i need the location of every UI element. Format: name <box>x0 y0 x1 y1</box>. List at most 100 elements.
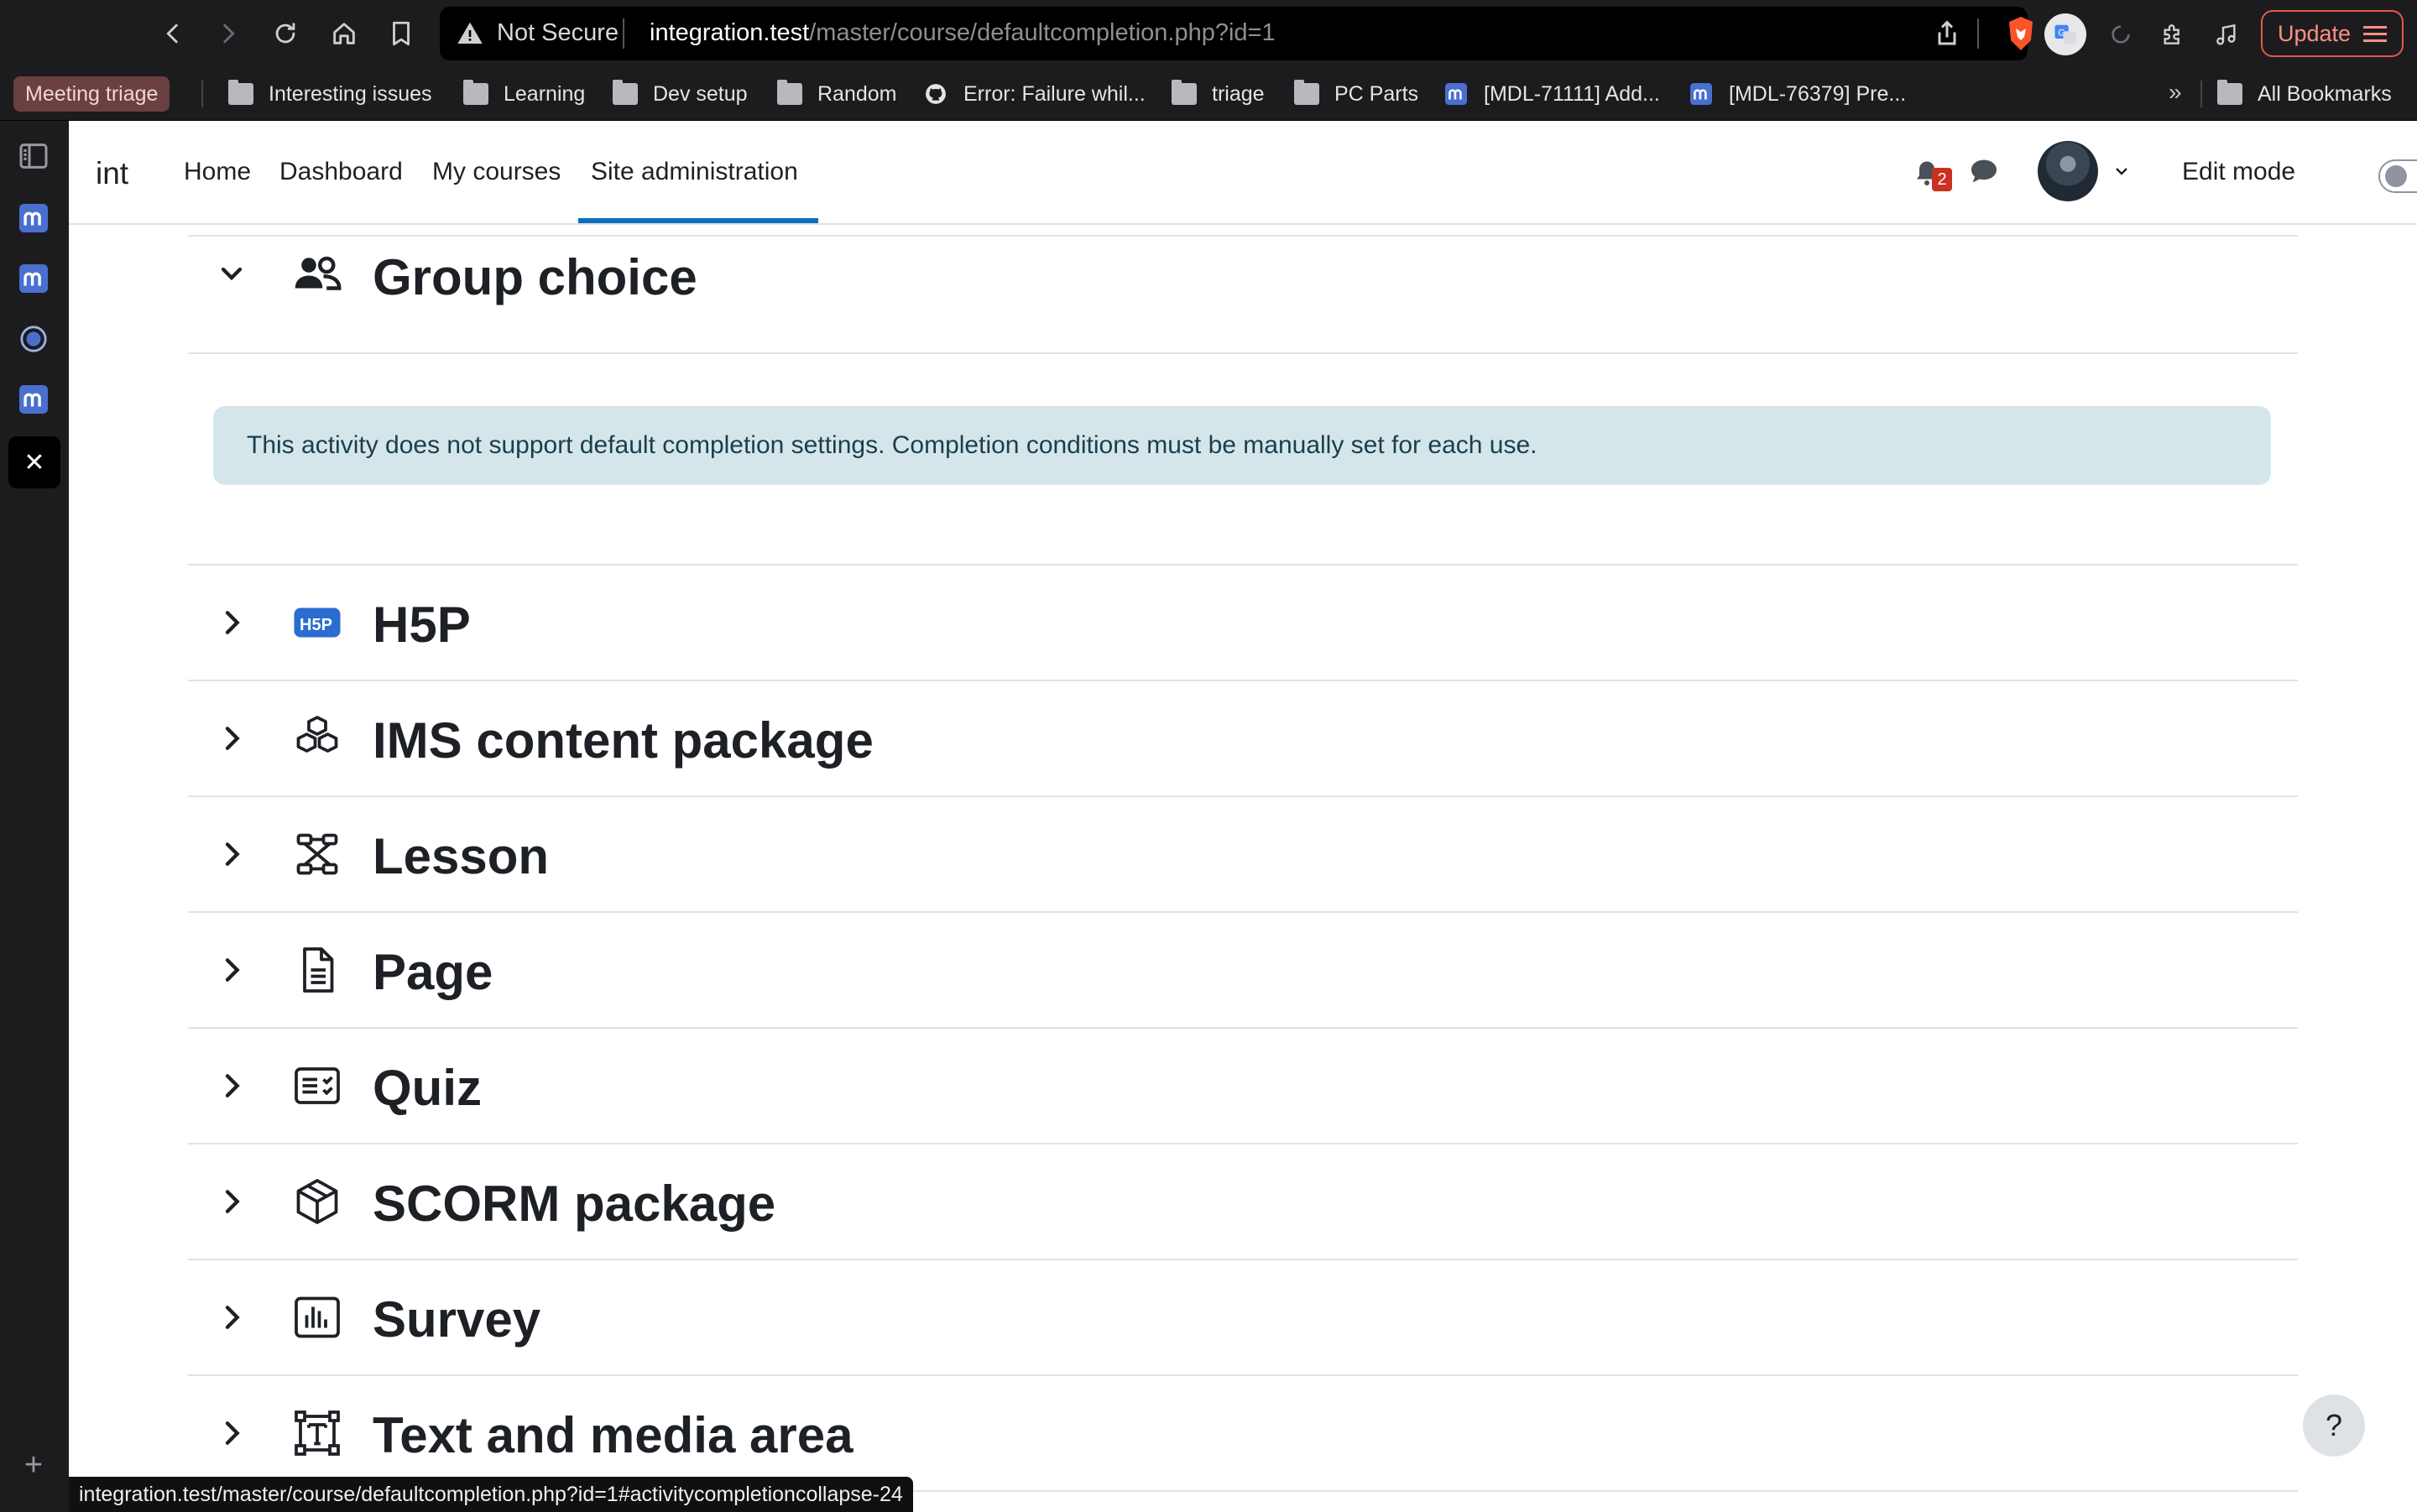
bookmark-meeting-triage[interactable]: Meeting triage <box>13 76 170 112</box>
section-title[interactable]: Quiz <box>373 1059 482 1117</box>
section-divider <box>188 352 2298 354</box>
bookmark-item[interactable]: [MDL-76379] Pre... <box>1689 78 1906 110</box>
moodle-icon <box>1690 83 1712 105</box>
chevron-down-icon[interactable] <box>215 257 248 290</box>
bookmark-item[interactable]: Dev setup <box>613 78 748 110</box>
update-button[interactable]: Update <box>2261 10 2404 57</box>
close-icon[interactable]: ✕ <box>8 436 60 488</box>
activity-section-page[interactable]: Page <box>188 913 2298 1029</box>
group-choice-icon <box>295 256 342 290</box>
share-icon[interactable] <box>1932 18 1962 49</box>
bookmark-item[interactable]: Random <box>777 78 897 110</box>
folder-icon <box>613 80 638 105</box>
activity-section-ims[interactable]: IMS content package <box>188 681 2298 797</box>
moodle-icon[interactable] <box>15 260 52 297</box>
section-title[interactable]: Group choice <box>373 248 697 306</box>
main-content: Group choice This activity does not supp… <box>69 225 2417 1512</box>
bookmark-item[interactable]: PC Parts <box>1294 78 1418 110</box>
nav-dashboard[interactable]: Dashboard <box>279 158 403 186</box>
bookmark-separator <box>2200 81 2202 107</box>
h5p-icon: H5P <box>294 607 341 638</box>
chevron-right-icon[interactable] <box>215 1301 248 1334</box>
section-title[interactable]: H5P <box>373 596 471 654</box>
all-bookmarks-button[interactable]: All Bookmarks <box>2217 78 2392 110</box>
reader-extension-icon[interactable] <box>2101 15 2140 54</box>
user-avatar[interactable] <box>2038 141 2098 201</box>
section-title[interactable]: IMS content package <box>373 712 874 769</box>
github-icon <box>926 84 946 104</box>
warning-icon[interactable] <box>457 20 483 47</box>
bookmark-icon[interactable] <box>383 15 420 52</box>
folder-icon <box>463 80 488 105</box>
moodle-circle-icon[interactable] <box>15 321 52 357</box>
bookmark-item[interactable]: triage <box>1172 78 1265 110</box>
chevron-right-icon[interactable] <box>215 953 248 987</box>
url-text[interactable]: integration.test/master/course/defaultco… <box>650 19 1276 47</box>
quiz-icon <box>295 1067 340 1104</box>
chevron-right-icon[interactable] <box>215 1185 248 1218</box>
not-secure-label[interactable]: Not Secure <box>497 19 619 47</box>
nav-home[interactable]: Home <box>184 158 251 186</box>
forward-icon[interactable] <box>210 15 247 52</box>
toggle-knob <box>2385 165 2407 187</box>
home-icon[interactable] <box>326 15 363 52</box>
notification-count-badge: 2 <box>1932 168 1952 191</box>
reload-icon[interactable] <box>267 15 304 52</box>
bookmark-item[interactable]: Learning <box>463 78 585 110</box>
moodle-icon[interactable] <box>15 200 52 237</box>
help-button[interactable]: ? <box>2303 1395 2365 1457</box>
sidebar-toggle-icon[interactable] <box>15 138 52 175</box>
site-navbar: int Home Dashboard My courses Site admin… <box>69 121 2417 225</box>
nav-my-courses[interactable]: My courses <box>432 158 561 186</box>
folder-icon <box>228 80 253 105</box>
messages-icon[interactable] <box>1967 154 2001 188</box>
translate-extension-icon[interactable]: G <box>2044 13 2086 55</box>
brave-shields-icon[interactable] <box>2001 13 2041 54</box>
add-icon[interactable]: + <box>15 1447 52 1483</box>
folder-icon <box>1172 80 1197 105</box>
bookmark-item[interactable]: [MDL-71111] Add... <box>1443 78 1660 110</box>
url-divider <box>1977 18 1979 49</box>
url-separator <box>623 18 624 49</box>
section-title[interactable]: Text and media area <box>373 1406 853 1464</box>
chevron-right-icon[interactable] <box>215 1069 248 1103</box>
section-title[interactable]: Page <box>373 943 493 1001</box>
section-title[interactable]: Lesson <box>373 827 549 885</box>
status-bar-url: integration.test/master/course/defaultco… <box>69 1477 913 1512</box>
ims-package-icon <box>296 716 338 753</box>
section-title[interactable]: SCORM package <box>373 1175 775 1233</box>
bookmark-item[interactable]: Error: Failure whil... <box>923 78 1146 110</box>
back-icon[interactable] <box>154 15 191 52</box>
chevron-right-icon[interactable] <box>215 1416 248 1450</box>
section-title[interactable]: Survey <box>373 1290 540 1348</box>
activity-section-quiz[interactable]: Quiz <box>188 1029 2298 1144</box>
edit-mode-toggle[interactable] <box>2378 159 2417 193</box>
site-name[interactable]: int <box>96 156 128 191</box>
nav-site-administration[interactable]: Site administration <box>591 158 798 186</box>
browser-side-panel: ✕ + <box>0 121 69 1512</box>
folder-icon <box>2217 80 2242 105</box>
svg-text:H5P: H5P <box>300 616 332 634</box>
url-host: integration.test <box>650 19 810 46</box>
chevron-right-icon[interactable] <box>215 606 248 639</box>
scorm-icon <box>296 1179 338 1224</box>
chevron-down-icon[interactable] <box>2112 161 2132 181</box>
bookmarks-overflow-button[interactable]: » <box>2169 79 2182 106</box>
browser-toolbar: Not Secure integration.test/master/cours… <box>0 0 2417 67</box>
activity-section-lesson[interactable]: Lesson <box>188 797 2298 913</box>
lesson-icon <box>296 833 338 875</box>
activity-section-survey[interactable]: Survey <box>188 1260 2298 1376</box>
activity-section-text-media[interactable]: Text and media area <box>188 1376 2298 1492</box>
extensions-puzzle-icon[interactable] <box>2153 15 2192 54</box>
completion-info-alert: This activity does not support default c… <box>213 406 2271 485</box>
address-bar[interactable]: Not Secure integration.test/master/cours… <box>440 7 2033 60</box>
chevron-right-icon[interactable] <box>215 837 248 871</box>
activity-section-h5p[interactable]: H5P H5P <box>188 566 2298 681</box>
bookmark-item[interactable]: Interesting issues <box>228 78 432 110</box>
active-nav-indicator <box>578 218 818 223</box>
survey-icon <box>295 1296 340 1338</box>
chevron-right-icon[interactable] <box>215 722 248 755</box>
moodle-icon[interactable] <box>15 381 52 418</box>
music-icon[interactable] <box>2207 15 2246 54</box>
activity-section-scorm[interactable]: SCORM package <box>188 1144 2298 1260</box>
